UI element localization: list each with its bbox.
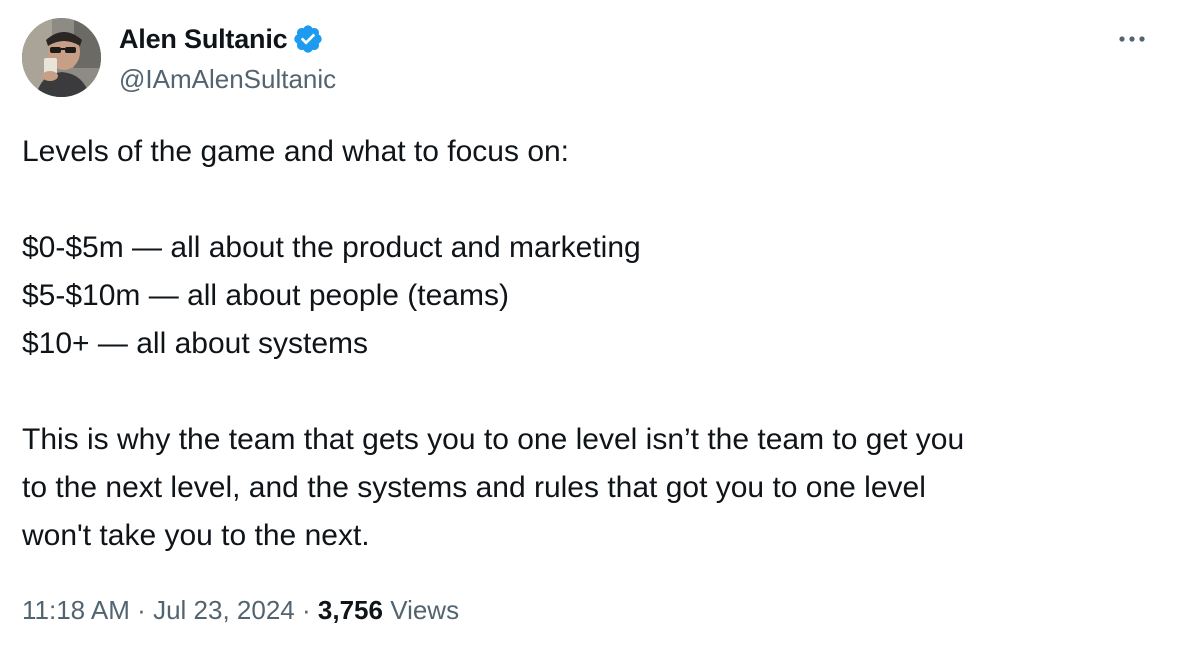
closing-line: to the next level, and the systems and r…: [22, 471, 926, 504]
author-name-row: Alen Sultanic: [119, 22, 324, 56]
avatar[interactable]: [22, 18, 101, 97]
views-label: Views: [390, 595, 460, 625]
level-line: $10+ — all about systems: [22, 327, 369, 360]
closing-line: won't take you to the next.: [22, 519, 370, 552]
tweet-intro: Levels of the game and what to focus on:: [22, 135, 570, 168]
tweet-card: Alen Sultanic @IAmAlenSultanic Levels of…: [0, 0, 1182, 656]
views-count: 3,756: [317, 595, 383, 625]
tweet-meta: 11:18 AM · Jul 23, 2024 · 3,756 Views: [22, 590, 459, 630]
closing-line: This is why the team that gets you to on…: [22, 423, 965, 456]
more-options-button[interactable]: [1112, 22, 1152, 56]
verified-badge-icon[interactable]: [292, 23, 324, 55]
meta-separator: ·: [301, 595, 311, 625]
level-line: $5-$10m — all about people (teams): [22, 279, 509, 312]
author-handle[interactable]: @IAmAlenSultanic: [119, 62, 336, 96]
views-link[interactable]: 3,756 Views: [318, 595, 459, 625]
meta-separator: ·: [137, 595, 146, 625]
level-line: $0-$5m — all about the product and marke…: [22, 231, 641, 264]
tweet-time: 11:18 AM: [22, 595, 130, 625]
tweet-date: Jul 23, 2024: [153, 595, 295, 625]
author-display-name[interactable]: Alen Sultanic: [119, 22, 288, 56]
more-horizontal-icon: [1119, 36, 1145, 42]
tweet-text: Levels of the game and what to focus on:…: [22, 128, 1152, 560]
tweet-time-link[interactable]: 11:18 AM · Jul 23, 2024: [22, 595, 295, 625]
